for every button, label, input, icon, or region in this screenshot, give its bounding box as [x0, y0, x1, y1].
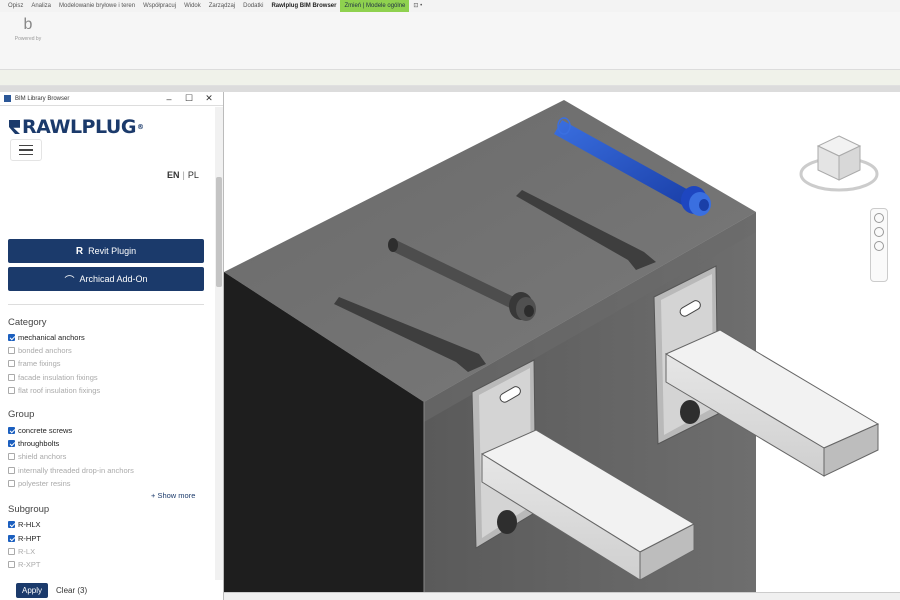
scroll-thumb[interactable] — [216, 177, 222, 287]
subgroup-option[interactable]: R-LX — [8, 545, 35, 558]
archicad-addon-label: Archicad Add-On — [79, 274, 148, 284]
logo-text: RAWLPLUG — [22, 116, 136, 138]
tab-dodatki[interactable]: Dodatki — [239, 0, 267, 12]
maximize-button[interactable]: ☐ — [179, 93, 199, 104]
filter-actions: Apply Clear (3) — [0, 580, 223, 600]
checkbox-icon[interactable] — [8, 360, 15, 367]
pan-icon[interactable] — [874, 241, 884, 251]
checkbox-icon[interactable] — [8, 374, 15, 381]
checkbox-icon[interactable] — [8, 467, 15, 474]
ribbon-tab-bar: Opisz Analiza Modelowanie bryłowe i tere… — [0, 0, 900, 12]
group-option[interactable]: polyester resins — [8, 477, 71, 490]
tab-zarzadzaj[interactable]: Zarządzaj — [205, 0, 239, 12]
tab-extra[interactable]: ⊡ • — [409, 0, 426, 12]
subgroup-option[interactable]: R-HPT — [8, 532, 41, 545]
checkbox-icon[interactable] — [8, 548, 15, 555]
checkbox-checked-icon[interactable] — [8, 440, 15, 447]
group-option[interactable]: shield anchors — [8, 450, 66, 463]
rawlplug-logo-mark-icon — [9, 120, 20, 134]
logo-registered: ® — [136, 123, 144, 131]
close-button[interactable]: ✕ — [199, 93, 219, 104]
bim-browser-launch-button[interactable]: b Powered by — [8, 16, 48, 42]
app-icon — [4, 95, 11, 102]
panel-titlebar: BIM Library Browser – ☐ ✕ — [0, 92, 223, 106]
rawlplug-logo: RAWLPLUG ® — [9, 116, 144, 138]
tab-widok[interactable]: Widok — [180, 0, 205, 12]
checkbox-checked-icon[interactable] — [8, 521, 15, 528]
apply-button[interactable]: Apply — [16, 582, 49, 598]
archicad-addon-button[interactable]: ⌒ Archicad Add-On — [8, 267, 204, 291]
3d-viewport[interactable] — [224, 92, 900, 600]
archicad-icon: ⌒ — [64, 275, 75, 287]
group-option[interactable]: throughbolts — [8, 437, 59, 450]
tab-analiza[interactable]: Analiza — [27, 0, 55, 12]
lang-en[interactable]: EN — [167, 170, 180, 180]
checkbox-icon[interactable] — [8, 347, 15, 354]
category-option[interactable]: facade insulation fixings — [8, 371, 98, 384]
viewcube-icon[interactable] — [798, 126, 880, 198]
ribbon-panel: b Powered by — [0, 12, 900, 70]
panel-scrollbar[interactable] — [215, 107, 223, 600]
rawlplug-b-icon: b — [23, 16, 33, 33]
checkbox-icon[interactable] — [8, 453, 15, 460]
tab-modify-generic-models[interactable]: Zmień | Modele ogólne — [340, 0, 410, 12]
checkbox-icon[interactable] — [8, 561, 15, 568]
checkbox-icon[interactable] — [8, 480, 15, 487]
show-more-link[interactable]: + Show more — [151, 491, 195, 500]
steering-wheel-icon[interactable] — [874, 213, 884, 223]
group-title: Group — [8, 409, 35, 420]
menu-icon[interactable] — [10, 139, 42, 161]
subgroup-title: Subgroup — [8, 504, 50, 515]
clear-filters-button[interactable]: Clear (3) — [56, 586, 87, 595]
zoom-icon[interactable] — [874, 227, 884, 237]
tab-wspolpracuj[interactable]: Współpracuj — [139, 0, 180, 12]
tab-opisz[interactable]: Opisz — [4, 0, 27, 12]
navigation-bar[interactable] — [870, 208, 888, 282]
category-option[interactable]: flat roof insulation fixings — [8, 384, 100, 397]
category-option[interactable]: bonded anchors — [8, 344, 72, 357]
lang-pl[interactable]: PL — [188, 170, 199, 180]
tab-modelowanie[interactable]: Modelowanie bryłowe i teren — [55, 0, 139, 12]
options-bar — [0, 70, 900, 86]
revit-plugin-button[interactable]: R Revit Plugin — [8, 239, 204, 263]
category-option[interactable]: frame fixings — [8, 357, 61, 370]
lang-separator: | — [182, 170, 185, 180]
subgroup-option[interactable]: R-XPT — [8, 558, 41, 571]
group-option[interactable]: concrete screws — [8, 424, 72, 437]
view-control-bar[interactable] — [224, 592, 900, 600]
revit-icon: R — [75, 245, 84, 257]
subgroup-option[interactable]: R-HLX — [8, 518, 41, 531]
checkbox-icon[interactable] — [8, 387, 15, 394]
checkbox-checked-icon[interactable] — [8, 535, 15, 542]
checkbox-checked-icon[interactable] — [8, 427, 15, 434]
revit-plugin-label: Revit Plugin — [88, 246, 137, 256]
tab-rawlplug-bim-browser[interactable]: Rawlplug BIM Browser — [267, 0, 340, 12]
plugin-caption: Powered by — [14, 36, 42, 42]
panel-title: BIM Library Browser — [15, 95, 70, 102]
bim-library-browser-panel: BIM Library Browser – ☐ ✕ RAWLPLUG ® EN |… — [0, 92, 224, 600]
checkbox-checked-icon[interactable] — [8, 334, 15, 341]
minimize-button[interactable]: – — [159, 94, 179, 104]
group-option[interactable]: internally threaded drop-in anchors — [8, 464, 134, 477]
category-option[interactable]: mechanical anchors — [8, 331, 85, 344]
language-switch: EN | PL — [167, 170, 199, 180]
category-title: Category — [8, 317, 47, 328]
divider — [8, 304, 204, 305]
